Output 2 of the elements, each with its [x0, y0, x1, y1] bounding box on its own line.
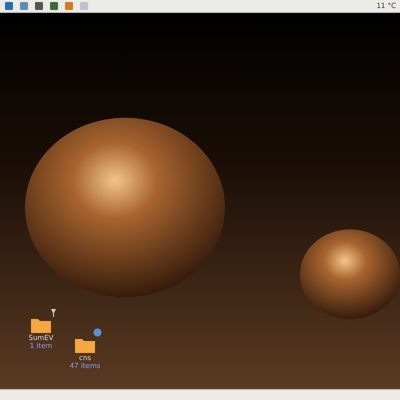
folder-icon — [30, 316, 52, 334]
folder-icon — [74, 336, 96, 354]
